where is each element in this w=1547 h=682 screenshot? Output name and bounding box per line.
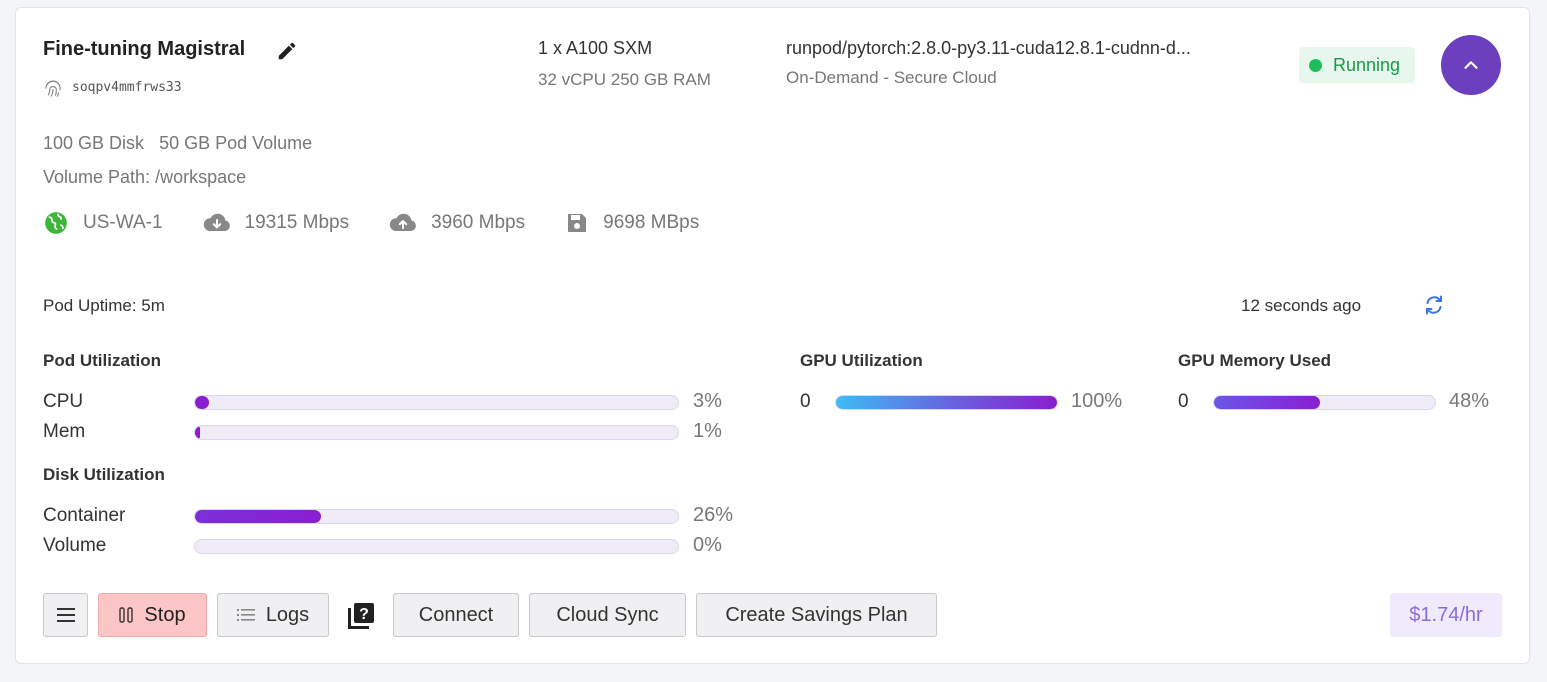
logs-label: Logs [265,603,310,626]
container-bar [194,509,679,524]
edit-pencil-icon[interactable] [276,40,298,62]
menu-button[interactable] [43,593,88,637]
status-badge: Running [1299,47,1415,83]
gpu-bar-fill [836,396,1057,409]
stop-label: Stop [144,603,186,626]
svg-text:?: ? [359,606,369,623]
price-badge: $1.74/hr [1390,593,1502,637]
gpu-memory-percent: 48% [1449,390,1490,412]
pod-utilization-title: Pod Utilization [43,351,162,370]
disk-speed: 9698 MBps [565,211,699,235]
list-icon [236,609,255,621]
gpu-memory-title: GPU Memory Used [1178,351,1332,370]
savings-plan-label: Create Savings Plan [725,603,908,626]
floppy-disk-icon [568,214,587,232]
gpu-memory-index: 0 [1178,391,1189,412]
cpu-bar-fill [195,396,210,409]
gpu-utilization-title: GPU Utilization [800,351,923,370]
gpu-index: 0 [800,391,811,412]
logs-button[interactable]: Logs [217,593,329,637]
gpu-memory-bar-fill [1214,396,1321,409]
connect-button[interactable]: Connect [393,593,519,637]
cpu-ram-spec: 32 vCPU 250 GB RAM [538,70,711,89]
container-bar-fill [195,510,321,523]
container-image: runpod/pytorch:2.8.0-py3.11-cuda12.8.1-c… [786,38,1191,58]
disk-info: 100 GB Disk 50 GB Pod Volume [43,133,312,154]
container-label: Container [43,505,126,526]
refresh-icon[interactable] [1422,293,1446,317]
cloud-type: On-Demand - Secure Cloud [786,68,997,87]
pod-volume: 50 GB Pod Volume [159,133,313,153]
gpu-memory-bar [1213,395,1436,410]
last-updated: 12 seconds ago [1241,296,1362,315]
stop-button[interactable]: Stop [98,593,207,637]
mem-bar [194,425,679,440]
cpu-label: CPU [43,391,84,412]
pod-card: Fine-tuning Magistral soqpv4mmfrws33 1 x… [15,7,1530,664]
cloud-upload-icon [389,213,416,231]
volume-percent: 0% [693,534,722,556]
mem-bar-fill [195,426,200,439]
container-disk: 100 GB Disk [43,133,145,153]
gpu-spec: 1 x A100 SXM [538,38,653,58]
status-text: Running [1333,54,1401,75]
pod-id[interactable]: soqpv4mmfrws33 [72,80,182,95]
gpu-percent: 100% [1071,390,1123,412]
volume-bar [194,539,679,554]
hamburger-menu-icon [56,608,75,622]
pod-name: Fine-tuning Magistral [43,38,246,60]
upload-text: 3960 Mbps [431,212,526,233]
volume-path: Volume Path: /workspace [43,167,247,187]
cpu-bar [194,395,679,410]
cloud-download-icon [203,213,230,231]
fingerprint-icon [45,80,61,97]
connect-label: Connect [418,603,494,626]
network-info: US-WA-1 19315 Mbps 3960 Mbps 9698 MBps [43,208,699,238]
pause-icon [119,607,134,623]
download-text: 19315 Mbps [244,212,350,233]
pod-uptime: Pod Uptime: 5m [43,296,165,315]
volume-label: Volume [43,535,107,556]
status-dot-icon [1309,58,1322,72]
collapse-button[interactable] [1441,35,1501,95]
cpu-percent: 3% [693,390,722,412]
cloud-sync-label: Cloud Sync [556,603,659,626]
chevron-up-icon [1464,61,1478,69]
disk-utilization-title: Disk Utilization [43,465,165,484]
cloud-sync-button[interactable]: Cloud Sync [529,593,686,637]
help-docs-icon[interactable]: ? [346,601,376,631]
upload-speed: 3960 Mbps [389,212,525,234]
container-percent: 26% [693,504,734,526]
mem-label: Mem [43,421,86,442]
region: US-WA-1 [43,210,163,236]
gpu-bar [835,395,1058,410]
mem-percent: 1% [693,420,722,442]
globe-icon [45,212,67,234]
disk-speed-text: 9698 MBps [603,212,700,233]
create-savings-plan-button[interactable]: Create Savings Plan [696,593,937,637]
download-speed: 19315 Mbps [203,212,350,234]
region-text: US-WA-1 [83,212,163,233]
